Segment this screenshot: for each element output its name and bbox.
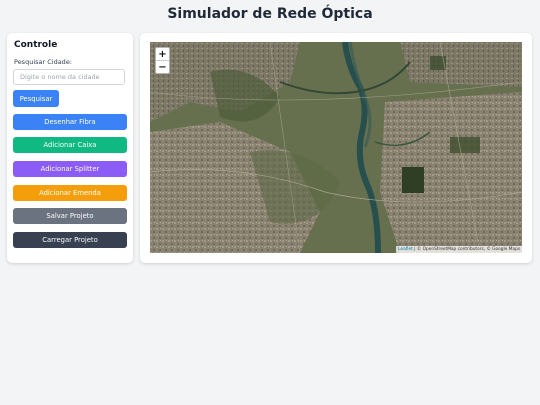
panel-heading: Controle xyxy=(14,40,58,50)
page-title: Simulador de Rede Óptica xyxy=(167,6,373,22)
attribution-separator: | © xyxy=(412,247,423,252)
load-project-button[interactable]: Carregar Projeto xyxy=(13,232,127,248)
add-splice-button[interactable]: Adicionar Emenda xyxy=(13,185,127,201)
leaflet-link[interactable]: Leaflet xyxy=(398,247,413,252)
map-view[interactable]: + − Leaflet | © OpenStreetMap contributo… xyxy=(150,42,522,253)
control-panel: Controle Pesquisar Cidade: Pesquisar Des… xyxy=(7,33,133,263)
save-project-button[interactable]: Salvar Projeto xyxy=(13,208,127,224)
draw-fiber-button[interactable]: Desenhar Fibra xyxy=(13,114,127,130)
map-card: + − Leaflet | © OpenStreetMap contributo… xyxy=(140,33,532,263)
osm-attribution: OpenStreetMap contributors xyxy=(422,247,484,252)
zoom-control: + − xyxy=(155,47,170,74)
satellite-imagery xyxy=(150,42,522,253)
zoom-in-button[interactable]: + xyxy=(156,48,169,61)
search-city-label: Pesquisar Cidade: xyxy=(14,58,73,66)
search-button[interactable]: Pesquisar xyxy=(13,90,59,107)
zoom-out-button[interactable]: − xyxy=(156,61,169,73)
google-attribution: , © Google Maps xyxy=(483,247,520,252)
search-city-input[interactable] xyxy=(13,69,125,85)
add-box-button[interactable]: Adicionar Caixa xyxy=(13,137,127,153)
map-attribution: Leaflet | © OpenStreetMap contributors, … xyxy=(396,246,522,253)
add-splitter-button[interactable]: Adicionar Splitter xyxy=(13,161,127,177)
